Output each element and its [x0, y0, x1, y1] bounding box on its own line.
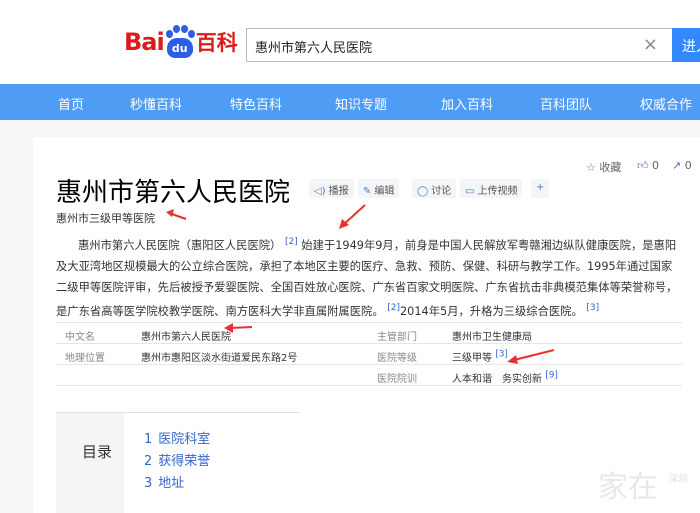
toc-item-number: 2 — [144, 454, 153, 469]
top-bar: Bai du 百科 惠州市第六人民医院 × 进入 — [0, 0, 700, 84]
summary-text-1: 惠州市第六人民医院（惠阳区人民医院） — [78, 238, 282, 252]
nav-item-join[interactable]: 加入百科 — [441, 94, 493, 113]
reference-link[interactable]: [2] — [387, 303, 400, 313]
logo-baike-text: 百科 — [195, 31, 238, 55]
nav-item-team[interactable]: 百科团队 — [540, 94, 592, 113]
table-of-contents: 目录 1 医院科室 2 获得荣誉 3 地址 — [56, 412, 300, 513]
plus-button[interactable]: + — [531, 179, 550, 198]
watermark: 家在 — [598, 470, 658, 505]
video-icon: ▭ — [465, 186, 475, 197]
annotation-arrow — [166, 209, 187, 220]
toc-item-number: 1 — [144, 432, 153, 447]
annotation-arrow — [339, 204, 366, 229]
nav-item-tese[interactable]: 特色百科 — [230, 94, 282, 113]
upload-video-button[interactable]: ▭ 上传视频 — [460, 179, 523, 198]
nav-item-miaodong[interactable]: 秒懂百科 — [130, 94, 182, 113]
nav-item-partner[interactable]: 权威合作 — [640, 94, 692, 113]
info-key: 医院等级 — [377, 353, 417, 364]
divider — [56, 385, 682, 386]
like-count: 0 — [652, 159, 659, 172]
broadcast-label: 播报 — [328, 186, 349, 197]
reference-link[interactable]: [9] — [545, 371, 558, 381]
toc-item-number: 3 — [144, 476, 153, 491]
search-button[interactable]: 进入 — [672, 28, 700, 62]
entry-subtitle: 惠州市三级甲等医院 — [56, 212, 155, 225]
info-value: 惠州市第六人民医院 — [141, 332, 231, 343]
upload-video-label: 上传视频 — [477, 186, 518, 197]
edit-button[interactable]: ✎ 编辑 — [358, 179, 400, 198]
baidu-baike-logo[interactable]: Bai du 百科 — [124, 22, 238, 62]
toc-item-label: 获得荣誉 — [158, 454, 211, 469]
info-key: 中文名 — [65, 332, 95, 343]
broadcast-button[interactable]: ◁) 播报 — [309, 179, 354, 198]
nav-item-zhuanti[interactable]: 知识专题 — [335, 94, 387, 113]
search-input[interactable]: 惠州市第六人民医院 × — [246, 28, 672, 62]
divider — [56, 322, 682, 323]
info-key: 医院院训 — [377, 374, 417, 385]
watermark-sub: 深圳 — [668, 474, 688, 485]
info-value: 惠州市卫生健康局 — [452, 332, 532, 343]
logo-bai-text: Bai — [124, 28, 165, 56]
discuss-label: 讨论 — [431, 186, 452, 197]
toc-item[interactable]: 1 医院科室 — [144, 428, 210, 447]
reference-link[interactable]: [2] — [285, 237, 298, 247]
page-title: 惠州市第六人民医院 — [56, 178, 291, 208]
info-key: 地理位置 — [65, 353, 105, 364]
toc-item[interactable]: 3 地址 — [144, 472, 184, 491]
thumb-up-icon: 👍︎ — [637, 159, 649, 172]
search-input-value: 惠州市第六人民医院 — [255, 41, 373, 56]
like-button[interactable]: 👍︎ 0 — [637, 159, 659, 172]
info-value-text: 人本和谐 务实创新 — [452, 374, 542, 385]
summary-paragraph: 惠州市第六人民医院（惠阳区人民医院） [2] 始建于1949年9月，前身是中国人… — [56, 232, 682, 322]
toc-item-label: 医院科室 — [158, 432, 211, 447]
info-value-text: 三级甲等 — [452, 353, 492, 364]
info-value: 人本和谐 务实创新 [9] — [452, 370, 558, 385]
paw-icon: du — [165, 25, 195, 59]
share-count: 0 — [684, 159, 692, 172]
share-button[interactable]: ↗ 0 — [672, 159, 692, 172]
info-value: 惠州市惠阳区淡水街道爱民东路2号 — [141, 353, 298, 364]
toc-item[interactable]: 2 获得荣誉 — [144, 450, 210, 469]
divider — [56, 343, 682, 344]
speaker-icon: ◁) — [314, 186, 326, 197]
reference-link[interactable]: [3] — [586, 303, 599, 313]
nav-item-home[interactable]: 首页 — [58, 94, 84, 113]
toc-item-label: 地址 — [158, 476, 185, 491]
logo-du-text: du — [166, 38, 193, 58]
main-nav: 首页 秒懂百科 特色百科 知识专题 加入百科 百科团队 权威合作 — [0, 84, 700, 120]
info-value: 三级甲等 [3] — [452, 349, 508, 364]
collect-label: 收藏 — [599, 161, 622, 174]
star-icon: ☆ — [586, 161, 596, 174]
discuss-button[interactable]: ◯ 讨论 — [412, 179, 457, 198]
divider — [56, 364, 682, 365]
annotation-arrow — [224, 323, 253, 333]
info-key: 主管部门 — [377, 332, 417, 343]
collect-button[interactable]: ☆ 收藏 — [586, 159, 621, 175]
toc-title: 目录 — [82, 443, 113, 461]
share-icon: ↗ — [672, 159, 682, 172]
chat-icon: ◯ — [417, 186, 429, 197]
edit-label: 编辑 — [374, 186, 395, 197]
toc-sidebar — [56, 413, 124, 513]
close-icon[interactable]: × — [643, 34, 658, 55]
summary-text-3: 2014年5月，升格为三级综合医院。 — [399, 304, 583, 318]
annotation-arrow — [507, 349, 555, 364]
pencil-icon: ✎ — [363, 186, 372, 197]
